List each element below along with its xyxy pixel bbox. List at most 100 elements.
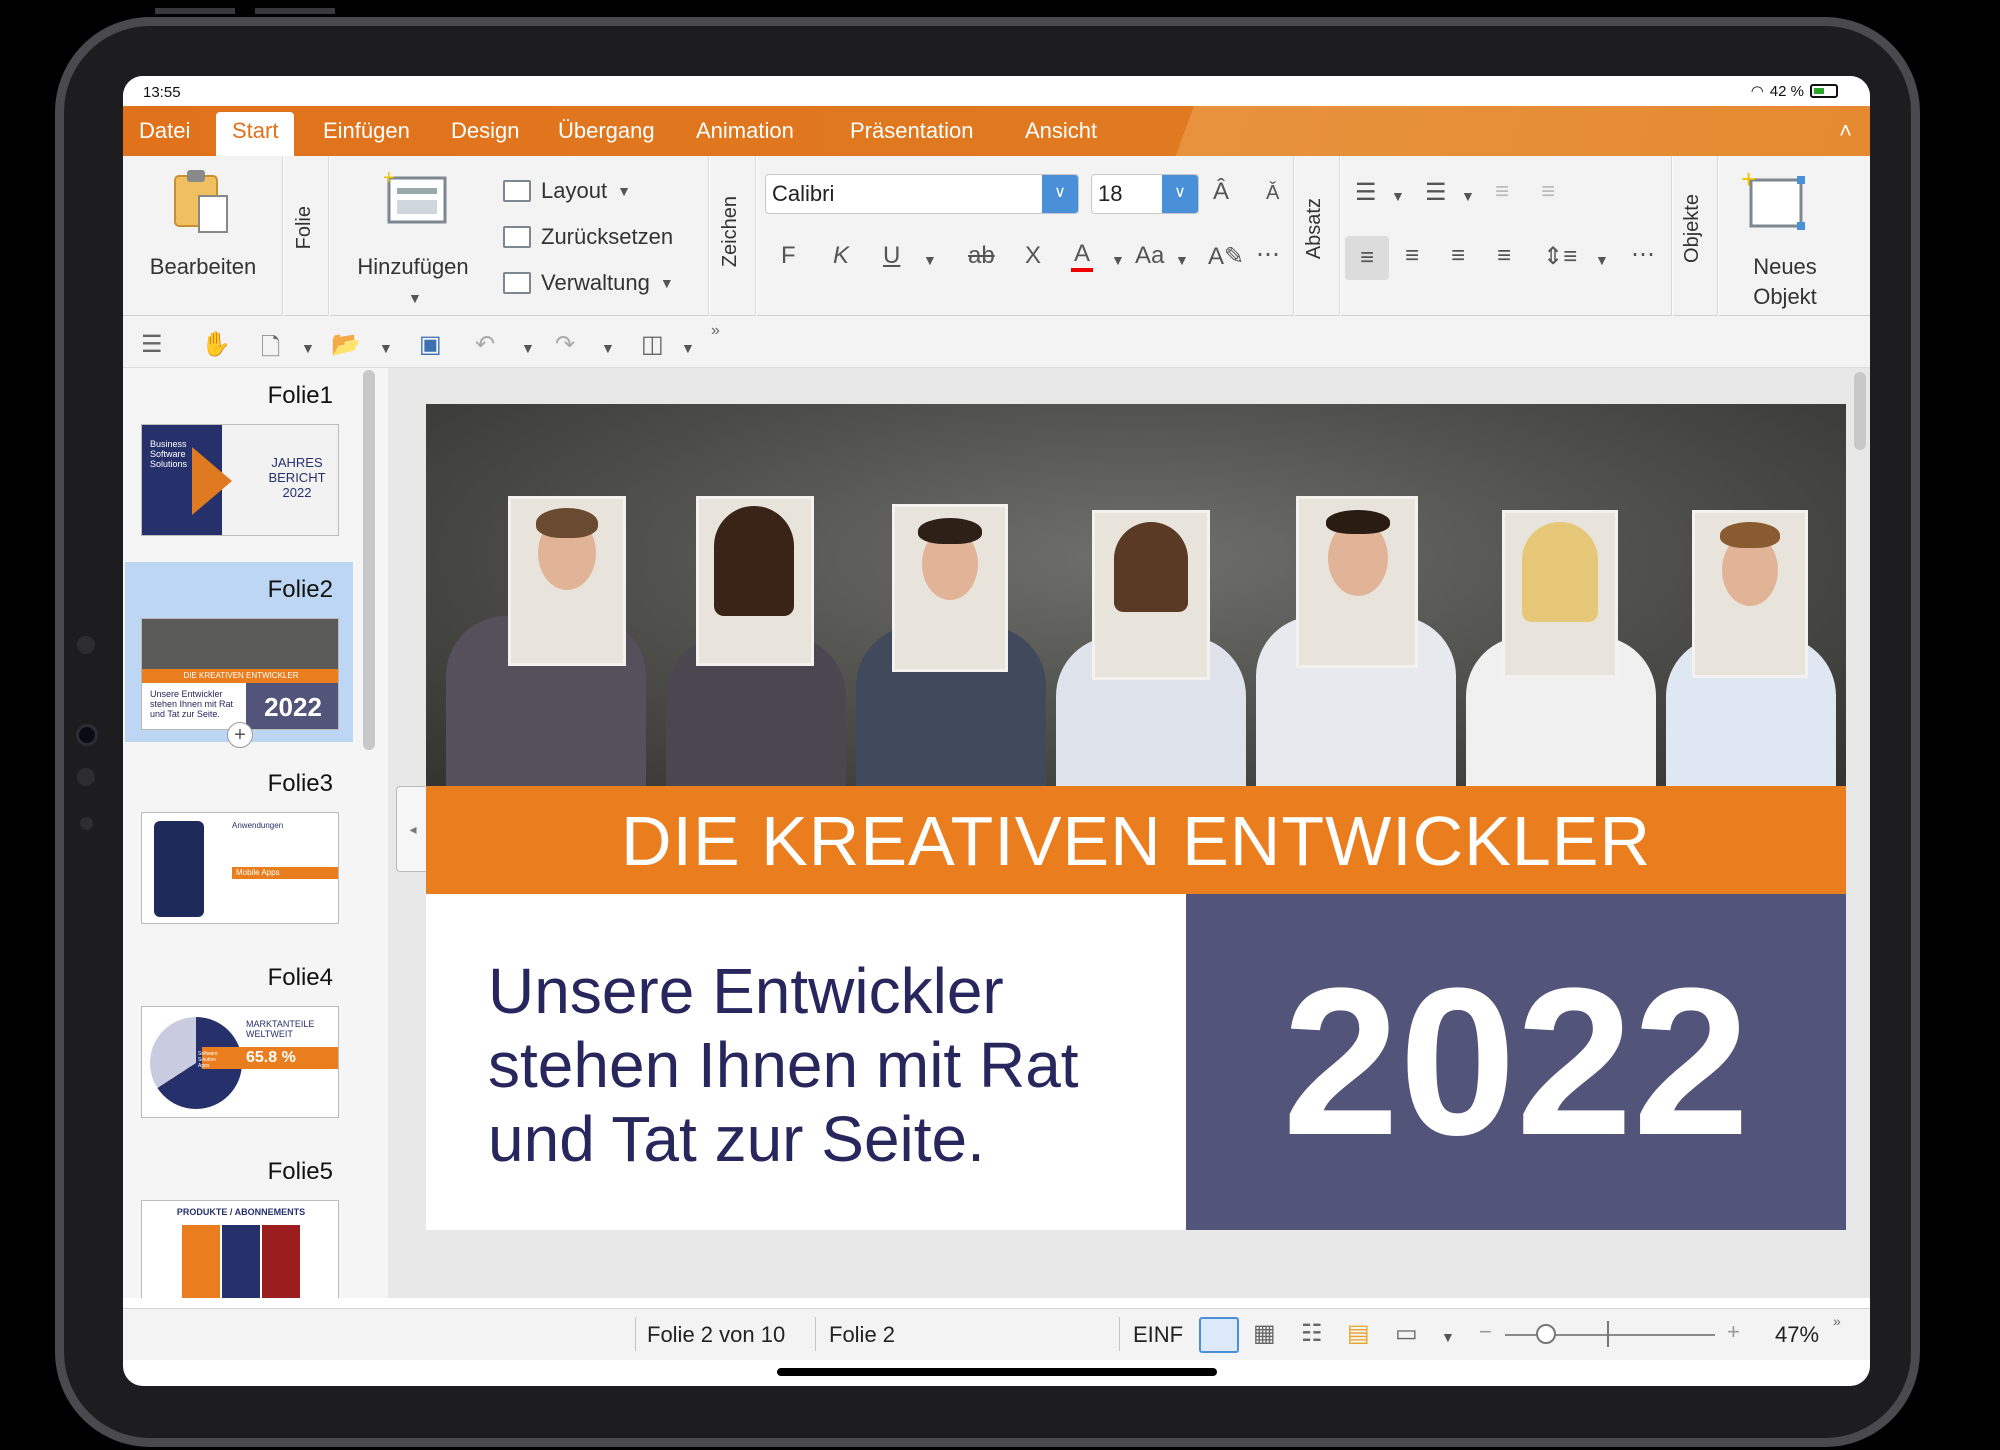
group-label-zeichen[interactable]: Zeichen (719, 196, 742, 267)
chevron-down-icon[interactable]: ▼ (379, 340, 393, 356)
chevron-down-icon[interactable]: ▼ (1461, 188, 1475, 204)
slide-banner[interactable]: DIE KREATIVEN ENTWICKLER (426, 786, 1846, 894)
font-name-combo[interactable]: Calibri ∨ (765, 174, 1079, 214)
align-left-icon[interactable]: ≡ (1345, 236, 1389, 280)
chevron-down-icon[interactable]: ▼ (1595, 252, 1609, 268)
hand-tool-icon[interactable]: ✋ (201, 330, 231, 359)
shrink-font-icon[interactable]: Ǎ (1266, 182, 1279, 205)
more-paragraph-icon[interactable]: ⋯ (1631, 240, 1655, 269)
italic-button[interactable]: K (833, 242, 849, 270)
align-right-icon[interactable]: ≡ (1451, 242, 1465, 270)
increase-indent-icon[interactable]: ≡ (1541, 178, 1555, 206)
group-label-absatz[interactable]: Absatz (1303, 198, 1326, 259)
collapse-panel-handle[interactable]: ◂ (396, 786, 430, 872)
tab-einfuegen[interactable]: Einfügen (313, 116, 420, 156)
highlight-icon[interactable]: A✎ (1208, 242, 1244, 271)
font-color-button[interactable]: A (1071, 240, 1094, 272)
slide-thumbnail-2[interactable]: Folie2 DIE KREATIVEN ENTWICKLER Unsere E… (125, 562, 353, 748)
slide-subtitle[interactable]: Unsere Entwickler stehen Ihnen mit Rat u… (488, 954, 1148, 1176)
edit-button[interactable]: Bearbeiten (143, 254, 263, 280)
normal-view-icon[interactable] (1199, 1317, 1239, 1353)
notes-view-icon[interactable]: ▤ (1347, 1319, 1370, 1348)
chevron-down-icon[interactable]: ▼ (301, 340, 315, 356)
chevron-down-icon[interactable]: ∨ (1162, 175, 1198, 213)
manage-button[interactable]: Verwaltung ▼ (503, 270, 674, 296)
strikethrough-button[interactable]: ab (968, 242, 995, 270)
view-layout-icon[interactable]: ◫ (641, 330, 664, 359)
reset-button[interactable]: Zurücksetzen (503, 224, 673, 250)
tab-uebergang[interactable]: Übergang (548, 116, 665, 156)
chevron-down-icon[interactable]: ▼ (1441, 1329, 1455, 1345)
workspace-scrollbar[interactable] (1854, 372, 1866, 450)
decrease-indent-icon[interactable]: ≡ (1495, 178, 1509, 206)
collapse-ribbon-icon[interactable]: ˄ (1839, 118, 1852, 144)
underline-button[interactable]: U (883, 242, 900, 270)
group-label-objekte[interactable]: Objekte (1681, 194, 1704, 263)
thumbnail-value: 65.8 % (246, 1049, 296, 1066)
add-slide-plus-icon[interactable]: + (227, 722, 253, 748)
bullet-list-icon[interactable]: ☰ (1355, 178, 1377, 207)
redo-icon[interactable]: ↷ (555, 330, 575, 359)
new-document-icon[interactable]: 🗋 (261, 330, 280, 371)
align-justify-icon[interactable]: ≡ (1497, 242, 1511, 270)
bold-button[interactable]: F (781, 242, 796, 270)
sidebar-menu-icon[interactable]: ☰ (141, 330, 163, 359)
outline-view-icon[interactable]: ☷ (1301, 1319, 1323, 1348)
tab-start[interactable]: Start (216, 112, 295, 156)
home-indicator[interactable] (777, 1368, 1217, 1376)
align-center-icon[interactable]: ≡ (1405, 242, 1419, 270)
tab-praesentation[interactable]: Präsentation (840, 116, 984, 156)
chevron-down-icon[interactable]: ∨ (1042, 175, 1078, 213)
chevron-down-icon[interactable]: ▼ (1391, 188, 1405, 204)
presentation-icon[interactable]: ▭ (1395, 1319, 1418, 1348)
chevron-down-icon[interactable]: ▼ (681, 340, 695, 356)
tab-ansicht[interactable]: Ansicht (1015, 116, 1107, 156)
open-folder-icon[interactable]: 📂 (331, 330, 361, 359)
ribbon-separator (708, 156, 710, 316)
case-dropdown-icon[interactable]: ▼ (1175, 252, 1189, 268)
tab-animation[interactable]: Animation (686, 116, 804, 156)
font-size-combo[interactable]: 18 ∨ (1091, 174, 1199, 214)
insert-mode[interactable]: EINF (1133, 1322, 1183, 1348)
slide-thumbnail-5[interactable]: Folie5 PRODUKTE / ABONNEMENTS (125, 1144, 353, 1298)
tab-datei[interactable]: Datei (129, 116, 200, 156)
new-object-button[interactable]: Neues Objekt (1735, 252, 1835, 312)
save-icon[interactable]: ▣ (419, 330, 442, 359)
undo-icon[interactable]: ↶ (475, 330, 495, 359)
layout-icon (503, 180, 531, 202)
line-spacing-icon[interactable]: ⇕≡ (1543, 242, 1577, 271)
slide-workspace[interactable]: ◂ DIE KREATIVEN ENTWICKLER Unsere Entwic… (388, 368, 1870, 1298)
thumbnail-scrollbar[interactable] (363, 370, 375, 750)
more-format-icon[interactable]: ⋯ (1256, 240, 1280, 269)
add-slide-button[interactable]: Hinzufügen (348, 254, 478, 280)
new-slide-icon[interactable]: + (383, 167, 447, 226)
grow-font-icon[interactable]: Â (1213, 178, 1229, 206)
chevron-down-icon[interactable]: ▼ (521, 340, 535, 356)
slide-thumbnail-4[interactable]: Folie4 MARKTANTEILE WELTWEIT 65.8 % Soft… (125, 950, 353, 1130)
case-button[interactable]: Aa (1135, 242, 1164, 270)
underline-dropdown-icon[interactable]: ▼ (923, 252, 937, 268)
toolbar-overflow-icon[interactable]: » (711, 322, 720, 340)
team-photo[interactable] (426, 404, 1846, 786)
slide-sorter-icon[interactable]: ▦ (1253, 1319, 1276, 1348)
statusbar-overflow-icon[interactable]: » (1833, 1313, 1841, 1329)
slide-thumbnail-3[interactable]: Folie3 Anwendungen Mobile Apps (125, 756, 353, 936)
font-color-dropdown-icon[interactable]: ▼ (1111, 252, 1125, 268)
numbered-list-icon[interactable]: ☰ (1425, 178, 1447, 207)
zoom-level[interactable]: 47% (1775, 1322, 1819, 1348)
clear-format-button[interactable]: X (1025, 242, 1041, 270)
slide-thumbnail-1[interactable]: Folie1 Business Software Solutions JAHRE… (125, 368, 353, 548)
layout-button[interactable]: Layout ▼ (503, 178, 631, 204)
clipboard-icon[interactable] (173, 170, 229, 234)
group-label-folie[interactable]: Folie (293, 206, 316, 249)
tabbar-decoration (1130, 106, 1870, 156)
zoom-in-button[interactable]: + (1727, 1319, 1740, 1345)
tab-design[interactable]: Design (441, 116, 529, 156)
zoom-slider-knob[interactable] (1536, 1324, 1556, 1344)
slide-year[interactable]: 2022 (1186, 894, 1846, 1230)
slide-canvas[interactable]: DIE KREATIVEN ENTWICKLER Unsere Entwickl… (426, 404, 1846, 1230)
new-object-icon[interactable]: + (1741, 164, 1805, 230)
zoom-out-button[interactable]: − (1479, 1319, 1492, 1345)
add-slide-dropdown-icon[interactable]: ▼ (408, 290, 422, 306)
chevron-down-icon[interactable]: ▼ (601, 340, 615, 356)
